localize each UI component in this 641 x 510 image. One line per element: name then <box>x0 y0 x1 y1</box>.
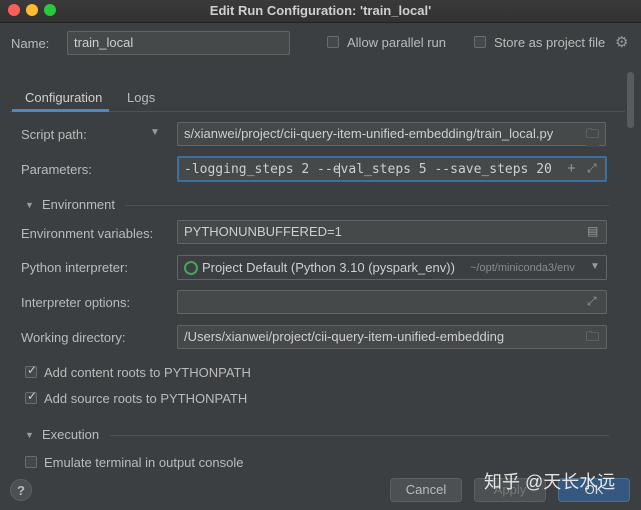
expand-icon[interactable]: ⤢ <box>587 161 597 176</box>
dropdown-arrow-icon[interactable]: ▼ <box>150 127 160 138</box>
parameters-text-after-caret: eval_steps 5 --save_steps 20 <box>332 162 552 177</box>
emulate-terminal-label: Emulate terminal in output console <box>44 455 244 470</box>
tab-configuration[interactable]: Configuration <box>25 90 102 105</box>
expand-icon[interactable]: ⤢ <box>587 294 597 309</box>
plus-icon[interactable]: + <box>567 160 576 177</box>
env-vars-value: PYTHONUNBUFFERED=1 <box>184 224 342 239</box>
script-path-label: Script path: <box>21 127 87 142</box>
parameters-value: -logging_steps 2 --eval_steps 5 --save_s… <box>184 162 552 177</box>
source-roots-label: Add source roots to PYTHONPATH <box>44 391 248 406</box>
source-roots-checkbox[interactable] <box>25 389 37 404</box>
scrollbar-track[interactable] <box>625 70 637 470</box>
working-dir-value: /Users/xianwei/project/cii-query-item-un… <box>184 329 505 344</box>
env-vars-label: Environment variables: <box>21 226 154 241</box>
interpreter-path: ~/opt/miniconda3/env <box>470 262 575 274</box>
window-title: Edit Run Configuration: 'train_local' <box>209 3 432 18</box>
environment-divider <box>125 205 609 206</box>
document-icon[interactable]: ▤ <box>587 224 598 238</box>
interpreter-value: Project Default (Python 3.10 (pyspark_en… <box>202 260 455 275</box>
dropdown-arrow-icon[interactable]: ▼ <box>590 261 600 272</box>
execution-divider <box>110 435 609 436</box>
env-vars-input[interactable]: PYTHONUNBUFFERED=1 ▤ <box>177 220 607 244</box>
folder-icon[interactable]: 🗀 <box>586 125 600 147</box>
emulate-terminal-checkbox[interactable] <box>25 456 37 468</box>
parameters-label: Parameters: <box>21 162 92 177</box>
name-input[interactable]: train_local <box>67 31 290 55</box>
text-caret <box>339 163 340 177</box>
allow-parallel-label: Allow parallel run <box>347 35 446 50</box>
parameters-text-before-caret: -logging_steps 2 -- <box>184 162 333 177</box>
cancel-button[interactable]: Cancel <box>390 478 462 502</box>
chevron-down-icon[interactable]: ▼ <box>25 430 34 440</box>
interpreter-options-input[interactable]: ⤢ <box>177 290 607 314</box>
allow-parallel-checkbox[interactable] <box>327 36 339 48</box>
environment-section-title[interactable]: Environment <box>42 197 115 212</box>
scrollbar-thumb[interactable] <box>627 72 634 128</box>
gear-icon[interactable]: ⚙ <box>615 33 628 51</box>
parameters-input[interactable]: -logging_steps 2 --eval_steps 5 --save_s… <box>177 156 607 182</box>
working-dir-input[interactable]: /Users/xianwei/project/cii-query-item-un… <box>177 325 607 349</box>
interpreter-select[interactable]: Project Default (Python 3.10 (pyspark_en… <box>177 255 607 280</box>
script-path-value: s/xianwei/project/cii-query-item-unified… <box>184 126 554 141</box>
name-input-value: train_local <box>74 35 134 50</box>
content-roots-checkbox[interactable] <box>25 363 37 378</box>
execution-section-title[interactable]: Execution <box>42 427 99 442</box>
store-project-checkbox[interactable] <box>474 36 486 48</box>
folder-icon[interactable]: 🗀 <box>586 328 600 348</box>
script-path-input[interactable]: s/xianwei/project/cii-query-item-unified… <box>177 122 606 146</box>
active-tab-indicator <box>12 109 109 112</box>
python-interpreter-icon <box>184 261 198 275</box>
tab-logs[interactable]: Logs <box>127 90 155 105</box>
content-roots-label: Add content roots to PYTHONPATH <box>44 365 251 380</box>
working-dir-label: Working directory: <box>21 330 126 345</box>
interpreter-options-label: Interpreter options: <box>21 295 131 310</box>
watermark-text: 知乎 @天长水远 <box>484 472 616 492</box>
help-button[interactable]: ? <box>10 479 32 501</box>
name-label: Name: <box>11 36 50 51</box>
interpreter-label: Python interpreter: <box>21 260 128 275</box>
store-project-label: Store as project file <box>494 35 606 50</box>
chevron-down-icon[interactable]: ▼ <box>25 200 34 210</box>
